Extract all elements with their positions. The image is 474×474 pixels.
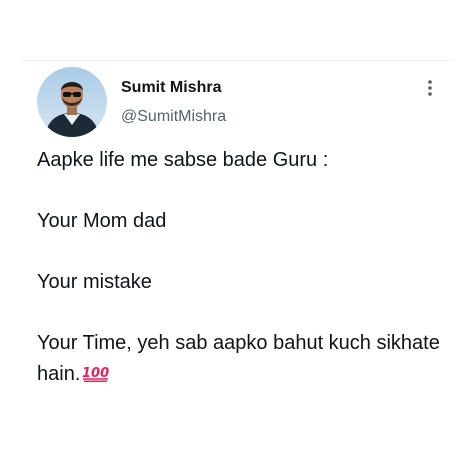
divider (20, 60, 454, 61)
hundred-points-icon: 100 (82, 366, 110, 382)
more-vertical-icon[interactable] (420, 78, 440, 98)
tweet-line: Your mistake (37, 271, 152, 293)
tweet-line: Your Mom dad (37, 210, 167, 232)
avatar[interactable] (37, 67, 107, 137)
author-handle[interactable]: @SumitMishra (121, 108, 226, 126)
tweet-line: Aapke life me sabse bade Guru : (37, 149, 329, 171)
author-name[interactable]: Sumit Mishra (121, 79, 221, 97)
tweet-card: Sumit Mishra @SumitMishra Aapke life me … (0, 0, 474, 474)
tweet-text: Aapke life me sabse bade Guru : Your Mom… (37, 145, 462, 390)
tweet-line-last: Your Time, yeh sab aapko bahut kuch sikh… (37, 328, 462, 390)
profile-photo-icon (37, 67, 107, 137)
